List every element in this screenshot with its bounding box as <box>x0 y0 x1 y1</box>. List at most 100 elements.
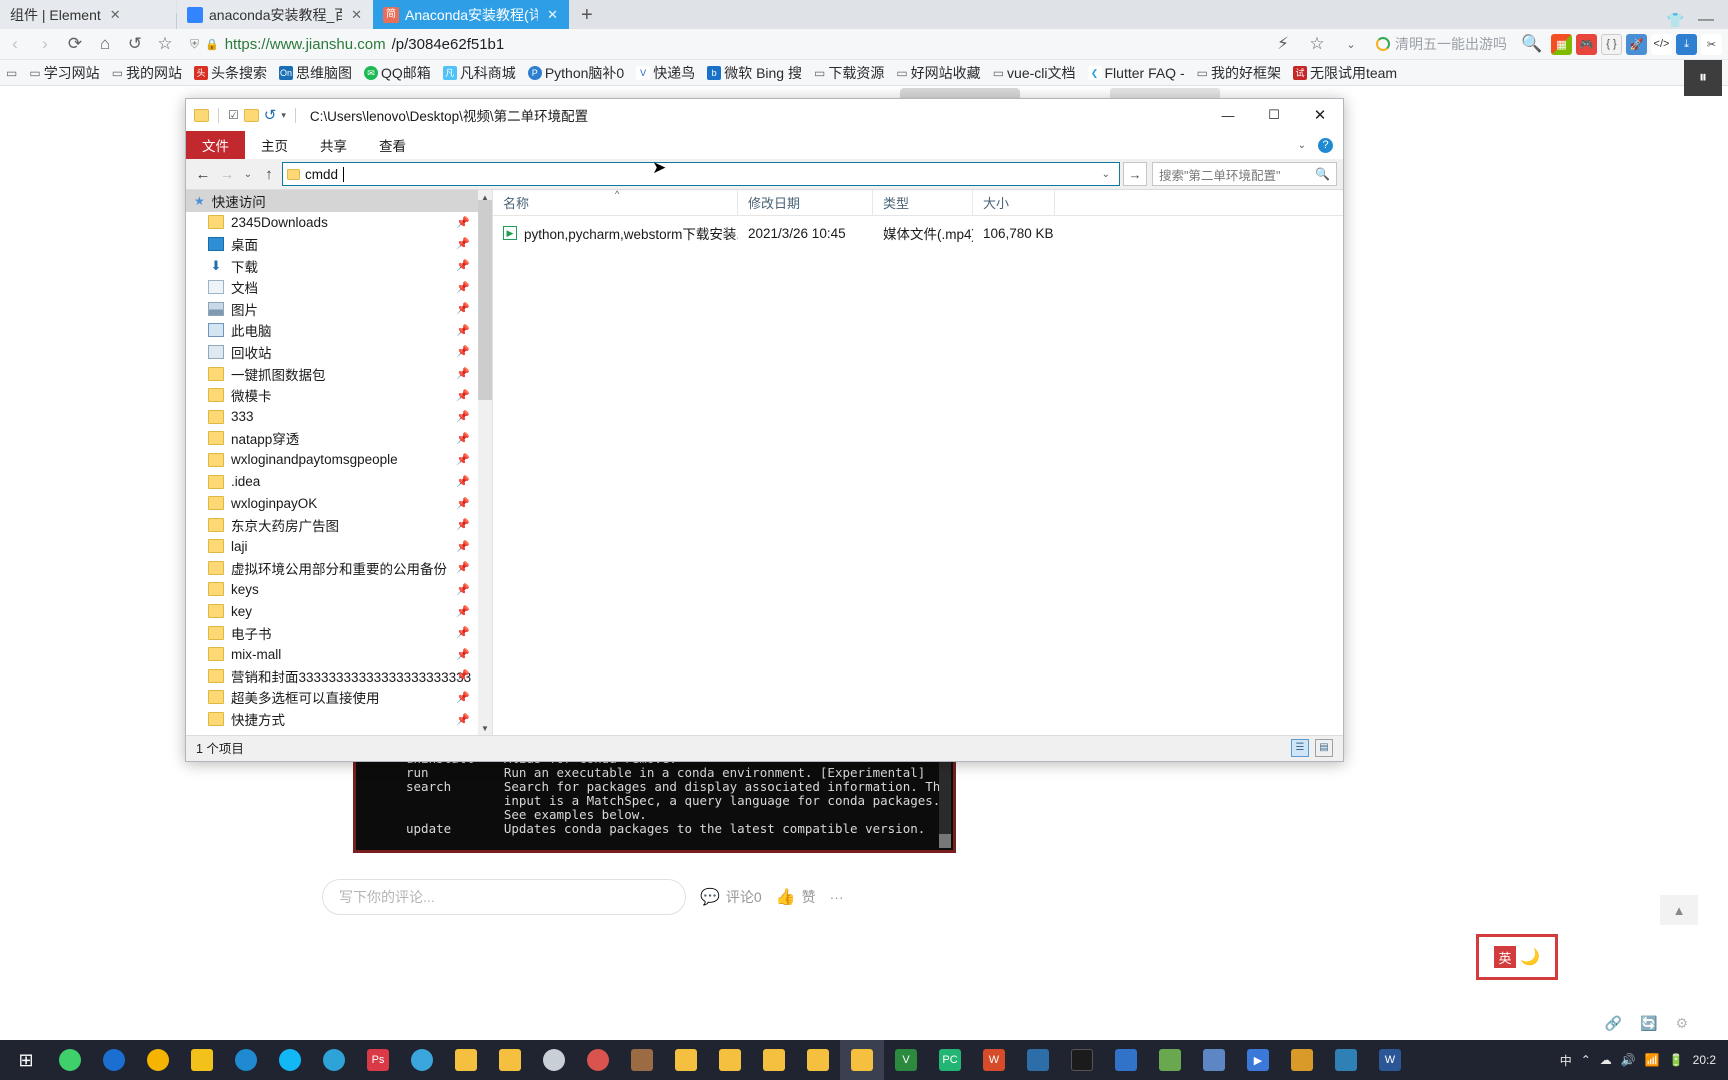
browser-tab-2[interactable]: anaconda安装教程_百 ✕ <box>177 0 373 29</box>
file-list-pane[interactable]: ^ 名称 修改日期 类型 大小 ▶ python,pycharm,webstor… <box>493 189 1343 735</box>
nav-item-recycle-bin[interactable]: 回收站 📌 <box>186 341 492 363</box>
go-button[interactable]: → <box>1123 162 1147 186</box>
clock[interactable]: 20:2 <box>1693 1053 1716 1067</box>
nav-item-this-pc[interactable]: 此电脑 📌 <box>186 320 492 342</box>
pin-icon[interactable]: 📌 <box>456 583 470 596</box>
explorer-titlebar[interactable]: ☑ ↺ ▾ C:\Users\lenovo\Desktop\视频\第二单环境配置… <box>186 99 1343 131</box>
pin-icon[interactable]: 📌 <box>456 259 470 272</box>
chevron-down-icon[interactable]: ⌄ <box>1336 29 1366 59</box>
start-button[interactable]: ⊞ <box>4 1040 48 1080</box>
pin-icon[interactable]: 📌 <box>456 605 470 618</box>
nav-item-downloads[interactable]: ⬇ 下载 📌 <box>186 255 492 277</box>
forward-icon[interactable]: › <box>30 29 60 59</box>
table-row[interactable]: ▶ python,pycharm,webstorm下载安装.m... 2021/… <box>493 222 1343 244</box>
link-icon[interactable]: 🔗 <box>1605 1015 1622 1032</box>
nav-item-folder-13[interactable]: .idea 📌 <box>186 471 492 493</box>
ribbon-tab-home[interactable]: 主页 <box>245 131 304 159</box>
pin-icon[interactable]: 📌 <box>456 518 470 531</box>
bookmark-item-0[interactable]: ▭ 学习网站 <box>23 63 105 83</box>
taskbar-item-qq[interactable] <box>268 1040 312 1080</box>
comment-count[interactable]: 💬 评论0 <box>700 887 762 907</box>
nav-item-desktop[interactable]: 桌面 📌 <box>186 233 492 255</box>
pin-icon[interactable]: 📌 <box>456 540 470 553</box>
bookmark-item-14[interactable]: 试无限试用team <box>1287 63 1403 83</box>
pin-icon[interactable]: 📌 <box>456 626 470 639</box>
code-icon[interactable]: </> <box>1651 33 1672 55</box>
up-button[interactable]: ↑ <box>258 162 280 186</box>
taskbar-item-chrome2[interactable] <box>532 1040 576 1080</box>
minimize-icon[interactable]: — <box>1698 11 1714 29</box>
ime-language-indicator[interactable]: 中 <box>1560 1052 1572 1069</box>
nav-item-folder-24[interactable]: 快捷方式 📌 <box>186 708 492 730</box>
close-icon[interactable]: ✕ <box>348 7 365 23</box>
bookmark-star-icon[interactable]: ☆ <box>150 29 180 59</box>
rocket-icon[interactable]: 🚀 <box>1626 33 1647 55</box>
taskbar-item-cortana[interactable] <box>92 1040 136 1080</box>
nav-item-folder-21[interactable]: mix-mall 📌 <box>186 643 492 665</box>
large-icons-view-icon[interactable]: ▤ <box>1315 738 1333 757</box>
new-folder-icon[interactable] <box>243 108 259 122</box>
bookmark-item-4[interactable]: ✉ QQ邮箱 <box>358 63 437 83</box>
taskbar-item-folder-2[interactable] <box>488 1040 532 1080</box>
navigation-pane[interactable]: ★ 快速访问 2345Downloads 📌 桌面 📌 ⬇ 下载 📌 文档 📌 图片 📌 此… <box>186 190 493 735</box>
file-explorer-window[interactable]: ☑ ↺ ▾ C:\Users\lenovo\Desktop\视频\第二单环境配置… <box>185 98 1344 762</box>
column-header-name[interactable]: ^ 名称 <box>493 189 738 216</box>
bookmark-item-13[interactable]: ▭ 我的好框架 <box>1191 63 1287 83</box>
omnibox-suggestion[interactable]: 清明五一能出游吗 <box>1370 34 1513 54</box>
bookmark-item-8[interactable]: b 微软 Bing 搜 <box>701 63 808 83</box>
scrollbar-thumb[interactable] <box>478 200 492 400</box>
browser-tab-3[interactable]: 简 Anaconda安装教程(详 ✕ <box>373 0 569 29</box>
taskbar-item-db[interactable] <box>1324 1040 1368 1080</box>
pin-icon[interactable]: 📌 <box>456 497 470 510</box>
bookmark-item-10[interactable]: ▭ 好网站收藏 <box>890 63 986 83</box>
customize-caret-icon[interactable]: ▾ <box>281 110 286 121</box>
bookmark-item-9[interactable]: ▭ 下载资源 <box>808 63 890 83</box>
pin-icon[interactable]: 📌 <box>456 216 470 229</box>
new-tab-button[interactable]: + <box>569 4 605 29</box>
close-button[interactable]: ✕ <box>1297 99 1343 131</box>
console-scrollbar[interactable] <box>939 750 951 848</box>
column-header-type[interactable]: 类型 <box>873 189 973 216</box>
pin-icon[interactable]: 📌 <box>456 453 470 466</box>
taskbar-item-monkey[interactable] <box>620 1040 664 1080</box>
taskbar-item-folder-3[interactable] <box>664 1040 708 1080</box>
taskbar-item-blue-app[interactable] <box>1104 1040 1148 1080</box>
taskbar-item-photoshop[interactable]: Ps <box>356 1040 400 1080</box>
pin-icon[interactable]: 📌 <box>456 648 470 661</box>
lightning-icon[interactable]: ⚡ <box>1268 29 1298 59</box>
taskbar-item-word[interactable]: W <box>1368 1040 1412 1080</box>
home-icon[interactable]: ⌂ <box>90 29 120 59</box>
pin-icon[interactable]: 📌 <box>456 324 470 337</box>
reload-icon[interactable]: ⟳ <box>60 29 90 59</box>
folder-icon[interactable] <box>194 108 209 122</box>
scroll-to-top-button[interactable]: ▲ <box>1660 895 1698 925</box>
pin-icon[interactable]: 📌 <box>456 389 470 402</box>
taskbar-item-folder-6[interactable] <box>796 1040 840 1080</box>
search-icon[interactable]: 🔍 <box>1315 167 1330 181</box>
bookmark-item-2[interactable]: 头头条搜索 <box>188 63 273 83</box>
bookmark-item-3[interactable]: On 思维脑图 <box>273 63 358 83</box>
navpane-scrollbar[interactable]: ▲ ▼ <box>478 190 492 735</box>
taskbar-item-folder-4[interactable] <box>708 1040 752 1080</box>
recent-locations-button[interactable]: ⌄ <box>240 162 256 186</box>
history-icon[interactable]: ↺ <box>120 29 150 59</box>
scroll-down-icon[interactable]: ▼ <box>478 721 492 735</box>
ribbon-tab-share[interactable]: 共享 <box>304 131 363 159</box>
taskbar-item-pycharm[interactable]: PC <box>928 1040 972 1080</box>
maximize-button[interactable]: ☐ <box>1251 99 1297 131</box>
pin-icon[interactable]: 📌 <box>456 302 470 315</box>
reader-pause-button[interactable]: ⏸ <box>1684 60 1722 96</box>
nav-item-documents[interactable]: 文档 📌 <box>186 276 492 298</box>
properties-icon[interactable]: ☑ <box>228 108 239 122</box>
close-icon[interactable]: ✕ <box>107 7 124 23</box>
taskbar-item-wps[interactable]: W <box>972 1040 1016 1080</box>
details-view-icon[interactable]: ☰ <box>1291 738 1309 757</box>
bookmark-item-11[interactable]: ▭ vue-cli文档 <box>987 63 1082 83</box>
more-button[interactable]: ··· <box>830 889 844 905</box>
nav-item-folder-11[interactable]: natapp穿透 📌 <box>186 428 492 450</box>
pin-icon[interactable]: 📌 <box>456 281 470 294</box>
close-icon[interactable]: ✕ <box>544 7 561 23</box>
nav-item-folder-10[interactable]: 333 📌 <box>186 406 492 428</box>
pin-icon[interactable]: 📌 <box>456 237 470 250</box>
taskbar-item-folder-1[interactable] <box>444 1040 488 1080</box>
